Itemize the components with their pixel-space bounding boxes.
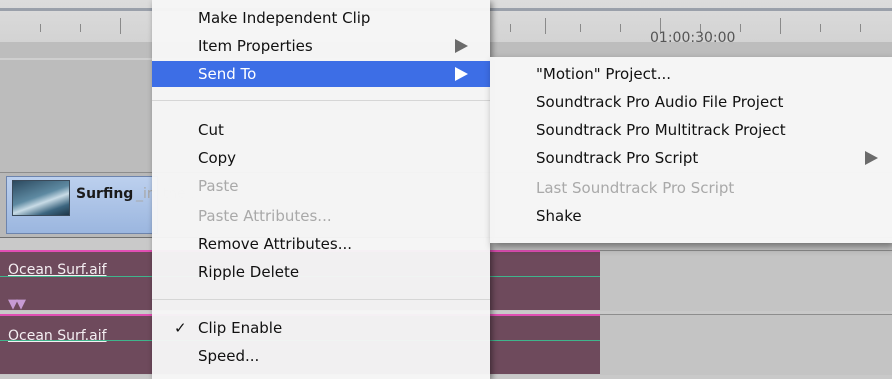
menu-item-label: Ripple Delete — [198, 263, 300, 281]
menu-item-remove-attributes[interactable]: Remove Attributes... — [152, 231, 490, 257]
menu-item-label: Remove Attributes... — [198, 235, 352, 253]
menu-item-label: Item Properties — [198, 37, 313, 55]
ruler-tick — [580, 24, 581, 32]
menu-item-paste: Paste — [152, 173, 490, 199]
menu-item-send-to[interactable]: Send To — [152, 61, 490, 87]
submenu-item-motion-project[interactable]: "Motion" Project... — [490, 61, 892, 87]
checkmark-icon: ✓ — [174, 319, 187, 337]
menu-item-make-independent-clip[interactable]: Make Independent Clip — [152, 5, 490, 31]
menu-item-speed[interactable]: Speed... — [152, 343, 490, 369]
menu-item-label: Cut — [198, 121, 224, 139]
menu-item-label: Soundtrack Pro Script — [536, 149, 699, 167]
audio-clip-name: Ocean Surf.aif — [8, 328, 107, 344]
menu-item-clip-enable[interactable]: ✓ Clip Enable — [152, 315, 490, 341]
submenu-item-soundtrack-audio-file-project[interactable]: Soundtrack Pro Audio File Project — [490, 89, 892, 115]
link-marker-icon: ▼▼ — [8, 297, 26, 312]
ruler-tick — [780, 18, 781, 34]
ruler-tick — [820, 24, 821, 32]
menu-separator — [152, 100, 490, 101]
ruler-tick — [860, 24, 861, 32]
menu-item-label: Soundtrack Pro Audio File Project — [536, 93, 784, 111]
submenu-arrow-icon — [455, 39, 468, 53]
menu-item-ripple-delete[interactable]: Ripple Delete — [152, 259, 490, 285]
ruler-tick — [510, 24, 511, 32]
menu-item-label: Clip Enable — [198, 319, 283, 337]
ruler-tick — [545, 18, 546, 34]
video-clip-name: Surfing — [76, 186, 134, 202]
menu-item-label: Copy — [198, 149, 237, 167]
menu-item-label: Send To — [198, 65, 257, 83]
context-menu: Make Independent Clip Item Properties Se… — [152, 0, 490, 379]
menu-item-copy[interactable]: Copy — [152, 145, 490, 171]
submenu-item-soundtrack-script[interactable]: Soundtrack Pro Script — [490, 145, 892, 171]
audio-clip-name: Ocean Surf.aif — [8, 262, 107, 278]
ruler-tick — [80, 24, 81, 32]
menu-item-label: Paste Attributes... — [198, 207, 332, 225]
menu-item-label: Soundtrack Pro Multitrack Project — [536, 121, 786, 139]
submenu-item-soundtrack-multitrack-project[interactable]: Soundtrack Pro Multitrack Project — [490, 117, 892, 143]
submenu-item-last-soundtrack-script: Last Soundtrack Pro Script — [490, 175, 892, 201]
submenu-arrow-icon — [865, 151, 878, 165]
submenu-item-shake[interactable]: Shake — [490, 203, 892, 229]
menu-item-label: Last Soundtrack Pro Script — [536, 179, 735, 197]
menu-item-label: Shake — [536, 207, 582, 225]
ruler-tick — [120, 18, 121, 34]
ruler-tick — [620, 24, 621, 32]
ruler-tick — [740, 24, 741, 32]
menu-item-paste-attributes: Paste Attributes... — [152, 203, 490, 229]
menu-item-cut[interactable]: Cut — [152, 117, 490, 143]
ruler-tick — [40, 24, 41, 32]
video-clip-thumbnail — [12, 180, 70, 216]
menu-item-label: Speed... — [198, 347, 260, 365]
ruler-timecode: 01:00:30:00 — [650, 30, 736, 46]
menu-item-label: Make Independent Clip — [198, 9, 371, 27]
menu-item-label: "Motion" Project... — [536, 65, 672, 83]
menu-separator — [152, 299, 490, 300]
send-to-submenu: "Motion" Project... Soundtrack Pro Audio… — [490, 57, 892, 243]
submenu-arrow-icon — [455, 67, 468, 81]
menu-item-label: Paste — [198, 177, 239, 195]
menu-item-item-properties[interactable]: Item Properties — [152, 33, 490, 59]
